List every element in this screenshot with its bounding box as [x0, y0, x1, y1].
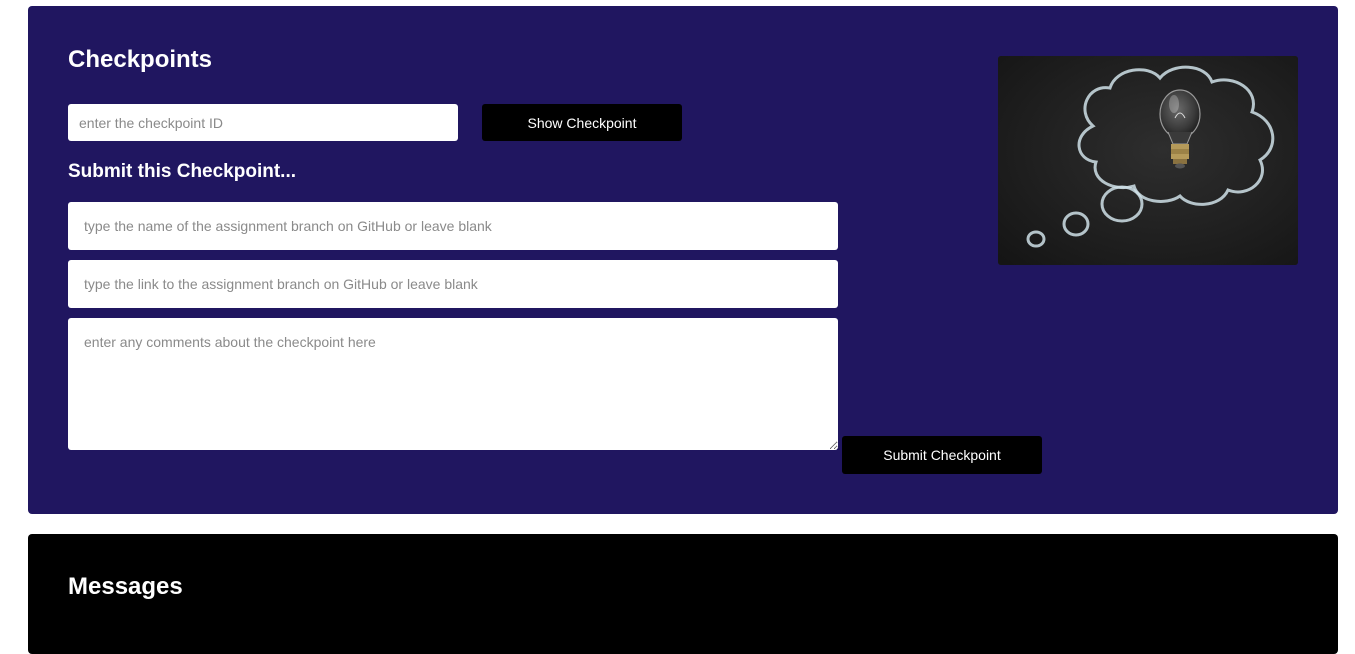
comments-textarea[interactable]	[68, 318, 838, 450]
messages-panel: Messages	[28, 534, 1338, 654]
checkpoints-title: Checkpoints	[68, 46, 213, 73]
branch-name-input[interactable]	[68, 202, 838, 250]
show-checkpoint-button[interactable]: Show Checkpoint	[482, 104, 682, 141]
submit-checkpoint-heading: Submit this Checkpoint...	[68, 161, 297, 182]
lightbulb-thought-bubble-image	[998, 56, 1298, 265]
lightbulb-thought-bubble-icon	[998, 56, 1298, 265]
checkpoints-panel: Checkpoints Show Checkpoint Submit this …	[28, 6, 1338, 514]
submit-checkpoint-button[interactable]: Submit Checkpoint	[842, 436, 1042, 474]
messages-title: Messages	[68, 573, 183, 600]
branch-link-input[interactable]	[68, 260, 838, 308]
checkpoint-id-input[interactable]	[68, 104, 458, 141]
